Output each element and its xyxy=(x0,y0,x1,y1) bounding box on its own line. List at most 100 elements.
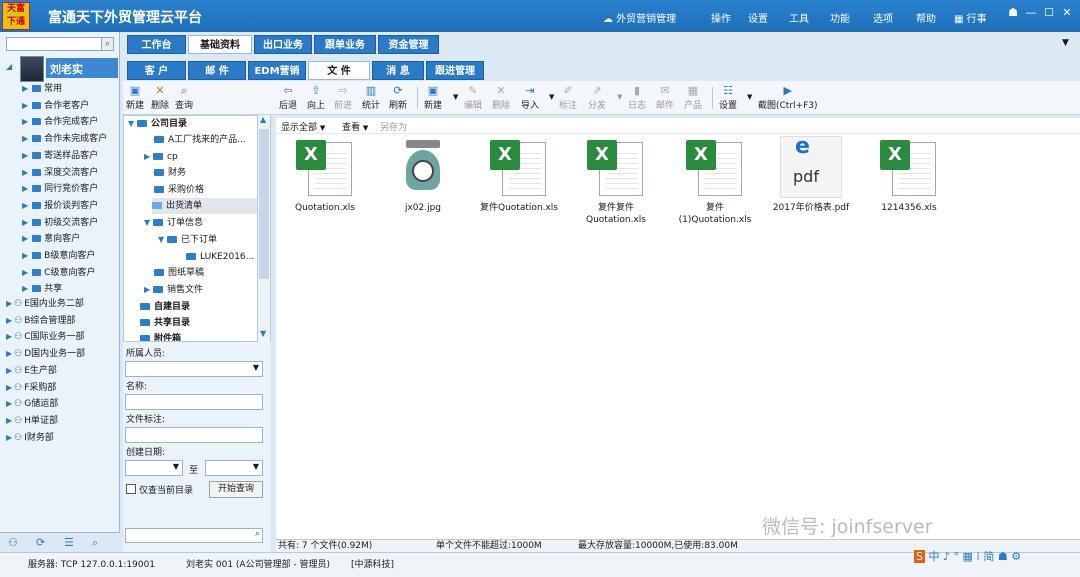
department-item[interactable]: ▶ ⚇ H单证部 xyxy=(6,413,58,429)
menu-help[interactable]: 帮助 xyxy=(916,10,936,25)
customer-group-item[interactable]: ▶ 报价谈判客户 xyxy=(22,198,98,214)
tree-item-purchase-price[interactable]: 采购价格 xyxy=(154,182,204,198)
close-icon[interactable]: ✕ xyxy=(1058,6,1076,19)
department-item[interactable]: ▶ ⚇ F采购部 xyxy=(6,380,56,396)
search-icon[interactable]: ⌕ xyxy=(101,38,113,50)
tree-item-cp[interactable]: ▶ cp xyxy=(144,149,178,165)
tab-messages[interactable]: 消 息 xyxy=(372,61,424,80)
scrollbar-thumb[interactable] xyxy=(259,129,269,279)
tab-order-tracking[interactable]: 跟单业务 xyxy=(314,35,376,54)
menu-task[interactable]: ▦ 行事 xyxy=(954,10,987,25)
tab-workbench[interactable]: 工作台 xyxy=(127,35,186,54)
department-item[interactable]: ▶ ⚇ E国内业务二部 xyxy=(6,296,84,312)
tree-item-company[interactable]: ▼ 公司目录 xyxy=(128,116,187,132)
new-file-button[interactable]: ▣ 新建 xyxy=(424,84,442,111)
screenshot-button[interactable]: ▶ 截图(Ctrl+F3) xyxy=(758,84,817,111)
log-button[interactable]: ▮ 日志 xyxy=(628,84,646,111)
tree-item-luke[interactable]: LUKE2016... xyxy=(186,249,254,265)
menu-options[interactable]: 选项 xyxy=(873,10,893,25)
scroll-down-icon[interactable]: ▼ xyxy=(260,329,266,338)
customer-group-item[interactable]: ▶ C级意向客户 xyxy=(22,265,95,281)
file-item[interactable]: X 1214356.xls xyxy=(864,134,954,214)
view-dropdown[interactable]: 查看 ▼ xyxy=(342,120,368,133)
expand-triangle-icon[interactable]: ◢ xyxy=(6,62,12,71)
tab-funds[interactable]: 资金管理 xyxy=(378,35,439,54)
file-item[interactable]: jx02.jpg xyxy=(378,134,468,214)
edit-button[interactable]: ✎ 编辑 xyxy=(464,84,482,111)
tree-item-factory[interactable]: A工厂找来的产品... xyxy=(154,132,246,148)
dropdown-arrow-icon[interactable]: ▼ xyxy=(453,93,458,101)
tree-item-finance[interactable]: 财务 xyxy=(154,165,186,181)
menu-settings[interactable]: 设置 xyxy=(748,10,768,25)
distribute-button[interactable]: ⇗ 分发 xyxy=(588,84,606,111)
customer-group-item[interactable]: ▶ 意向客户 xyxy=(22,231,80,247)
customer-group-item[interactable]: ▶ 合作未完成客户 xyxy=(22,131,107,147)
file-item[interactable]: X 复件(1)Quotation.xls xyxy=(670,134,760,226)
file-item[interactable]: X Quotation.xls xyxy=(280,134,370,214)
dropdown-arrow-icon[interactable]: ▼ xyxy=(617,93,622,101)
tab-export[interactable]: 出口业务 xyxy=(254,35,312,54)
mail-button[interactable]: ✉ 邮件 xyxy=(656,84,674,111)
annotate-button[interactable]: ✐ 标注 xyxy=(559,84,577,111)
minimize-icon[interactable]: — xyxy=(1022,6,1040,19)
forward-button[interactable]: ⇨ 前进 xyxy=(334,84,352,111)
tree-item-sales-files[interactable]: ▶ 销售文件 xyxy=(144,282,203,298)
customer-group-item[interactable]: ▶ 常用 xyxy=(22,81,62,97)
name-input[interactable] xyxy=(125,394,263,410)
tree-item-drafts[interactable]: 图纸草稿 xyxy=(154,265,204,281)
menu-tools[interactable]: 工具 xyxy=(789,10,809,25)
scroll-up-icon[interactable]: ▲ xyxy=(260,115,266,124)
file-item[interactable]: X 复件Quotation.xls xyxy=(474,134,564,214)
customer-group-item[interactable]: ▶ 合作老客户 xyxy=(22,98,89,114)
import-button[interactable]: ⇥ 导入 xyxy=(521,84,539,111)
customer-group-item[interactable]: ▶ 深度交流客户 xyxy=(22,165,98,181)
customer-group-item[interactable]: ▶ 合作完成客户 xyxy=(22,114,98,130)
only-current-checkbox[interactable] xyxy=(126,484,136,494)
menu-operate[interactable]: 操作 xyxy=(711,10,731,25)
refresh-icon[interactable]: ⟳ xyxy=(36,536,45,549)
start-query-button[interactable]: 开始查询 xyxy=(209,481,263,498)
stats-button[interactable]: ▥ 统计 xyxy=(362,84,380,111)
query-button[interactable]: ⌕ 查询 xyxy=(175,84,193,111)
date-to-input[interactable]: ▼ xyxy=(205,460,263,476)
list-icon[interactable]: ☰ xyxy=(64,536,74,549)
department-item[interactable]: ▶ ⚇ G储运部 xyxy=(6,396,58,412)
skin-icon[interactable]: ☗ xyxy=(1004,6,1022,19)
bottom-search-input[interactable]: ⌕ xyxy=(125,528,263,543)
department-item[interactable]: ▶ ⚇ D国内业务一部 xyxy=(6,346,85,362)
owner-select[interactable]: ▼ xyxy=(125,361,263,377)
department-item[interactable]: ▶ ⚇ E生产部 xyxy=(6,363,57,379)
customer-group-item[interactable]: ▶ 共享 xyxy=(22,281,62,297)
chevron-down-icon[interactable]: ▼ xyxy=(1062,38,1069,48)
dropdown-arrow-icon[interactable]: ▼ xyxy=(747,93,752,101)
search-icon[interactable]: ⌕ xyxy=(92,536,98,550)
ime-tray[interactable]: S 中 ♪ ° ▦ ⁞ 简 ☗ ⚙ xyxy=(914,548,1021,564)
department-item[interactable]: ▶ ⚇ B综合管理部 xyxy=(6,313,75,329)
department-item[interactable]: ▶ ⚇ C国际业务一部 xyxy=(6,329,85,345)
maximize-icon[interactable]: ☐ xyxy=(1040,6,1058,19)
tab-edm[interactable]: EDM营销 xyxy=(248,61,306,80)
customer-group-item[interactable]: ▶ 寄送样品客户 xyxy=(22,148,98,164)
product-button[interactable]: ▦ 产品 xyxy=(684,84,702,111)
tab-customers[interactable]: 客 户 xyxy=(127,61,186,80)
tree-item-custom[interactable]: 自建目录 xyxy=(140,299,190,315)
tree-item-shared[interactable]: 共享目录 xyxy=(140,315,190,331)
back-button[interactable]: ⇦ 后退 xyxy=(279,84,297,111)
up-button[interactable]: ⇧ 向上 xyxy=(307,84,325,111)
customer-group-item[interactable]: ▶ 初级交流客户 xyxy=(22,215,98,231)
delete-file-button[interactable]: ✕ 删除 xyxy=(492,84,510,111)
tab-mail[interactable]: 邮 件 xyxy=(188,61,246,80)
tree-item-order-info[interactable]: ▼ 订单信息 xyxy=(144,215,203,231)
customer-group-item[interactable]: ▶ 同行竞价客户 xyxy=(22,181,98,197)
tab-files[interactable]: 文 件 xyxy=(308,61,370,80)
file-item[interactable]: X 复件复件Quotation.xls xyxy=(571,134,661,226)
note-input[interactable] xyxy=(125,427,263,443)
tab-followup[interactable]: 跟进管理 xyxy=(426,61,484,80)
customer-group-item[interactable]: ▶ B级意向客户 xyxy=(22,248,95,264)
menu-functions[interactable]: 功能 xyxy=(830,10,850,25)
user-name[interactable]: 刘老实 xyxy=(46,58,118,78)
cloud-marketing-link[interactable]: ☁ 外贸营销管理 xyxy=(603,10,676,25)
save-as-button[interactable]: 另存为 xyxy=(380,120,407,133)
tree-item-shipment-list[interactable]: 出货清单 xyxy=(152,198,267,214)
file-item[interactable]: e pdf 2017年价格表.pdf xyxy=(766,134,856,214)
